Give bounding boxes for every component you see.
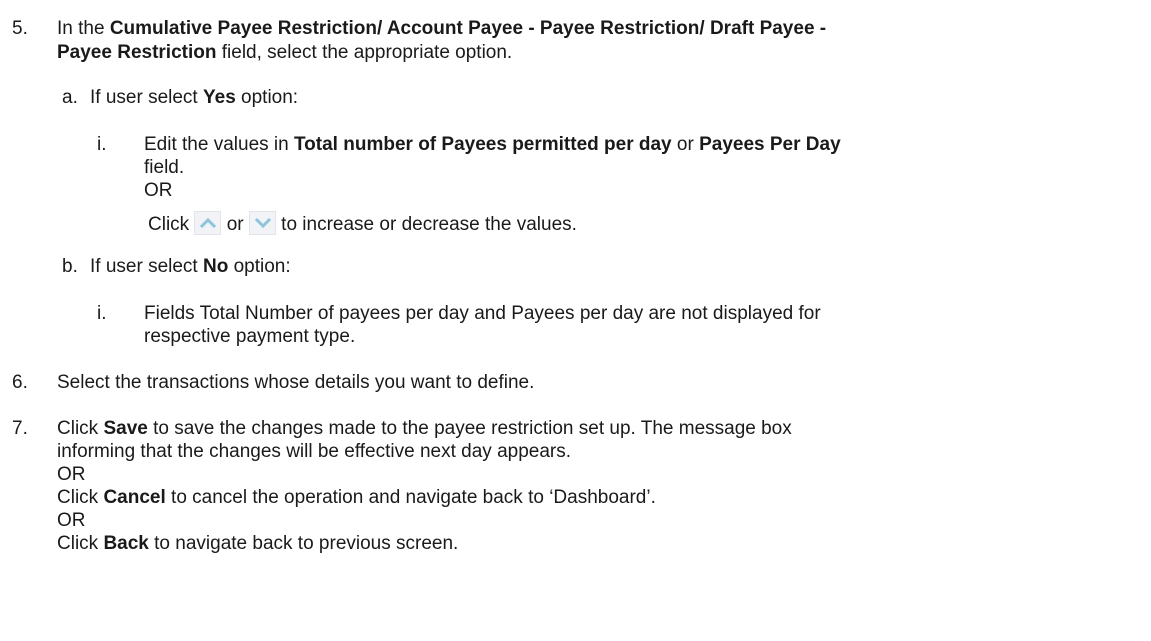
or-label: OR [144, 180, 173, 201]
step5-line2: Payee Restriction field, select the appr… [57, 42, 512, 64]
step6-line: Select the transactions whose details yo… [57, 372, 535, 393]
step5b-line: If user select No option: [90, 256, 291, 278]
sub-marker: b. [62, 256, 78, 277]
text: or [671, 134, 700, 155]
text: In the [57, 18, 110, 39]
step5ai-line2: field. [144, 157, 185, 178]
step5bi-line1: Fields Total Number of payees per day an… [144, 303, 821, 324]
step7-line2: informing that the changes will be effec… [57, 441, 572, 462]
text: Edit the values in [144, 134, 294, 155]
step7-cancel-line: Click Cancel to cancel the operation and… [57, 487, 656, 509]
text: Click [57, 487, 104, 508]
sub-marker: i. [97, 134, 107, 155]
step5bi-line2: respective payment type. [144, 326, 356, 347]
text: If user select [90, 87, 203, 108]
text: option: [235, 87, 299, 108]
step-number: 7. [12, 418, 28, 439]
chevron-down-icon [248, 211, 276, 235]
step5-line1: In the Cumulative Payee Restriction/ Acc… [57, 18, 826, 40]
sub-marker: a. [62, 87, 78, 108]
back-button-label: Back [103, 533, 149, 554]
step7-back-line: Click Back to navigate back to previous … [57, 533, 458, 555]
text: Click [57, 418, 104, 439]
save-button-label: Save [103, 418, 148, 439]
cancel-button-label: Cancel [103, 487, 166, 508]
text: Click [148, 214, 195, 235]
text: or [221, 214, 249, 235]
text: to increase or decrease the values. [275, 214, 577, 235]
step5ai-click-line: Click or to increase or decrease the val… [148, 211, 577, 236]
sub-marker: i. [97, 303, 107, 324]
text: field, select the appropriate option. [216, 42, 513, 63]
step-number: 5. [12, 18, 28, 39]
field-name: Total number of Payees permitted per day [293, 134, 672, 155]
text: Click [57, 533, 104, 554]
chevron-up-icon [194, 211, 222, 235]
text: option: [228, 256, 291, 277]
text: If user select [90, 256, 203, 277]
step5ai-line1: Edit the values in Total number of Payee… [144, 134, 841, 156]
or-label: OR [57, 510, 86, 531]
field-name: Payee Restriction [57, 42, 217, 63]
text: to navigate back to previous screen. [148, 533, 459, 554]
or-label: OR [57, 464, 86, 485]
text: to cancel the operation and navigate bac… [165, 487, 656, 508]
field-name: Cumulative Payee Restriction/ Account Pa… [109, 18, 827, 39]
step7-line1: Click Save to save the changes made to t… [57, 418, 792, 440]
option-yes: Yes [203, 87, 236, 108]
step5a-line: If user select Yes option: [90, 87, 298, 109]
field-name: Payees Per Day [699, 134, 841, 155]
option-no: No [203, 256, 229, 277]
step-number: 6. [12, 372, 28, 393]
text: to save the changes made to the payee re… [147, 418, 792, 439]
